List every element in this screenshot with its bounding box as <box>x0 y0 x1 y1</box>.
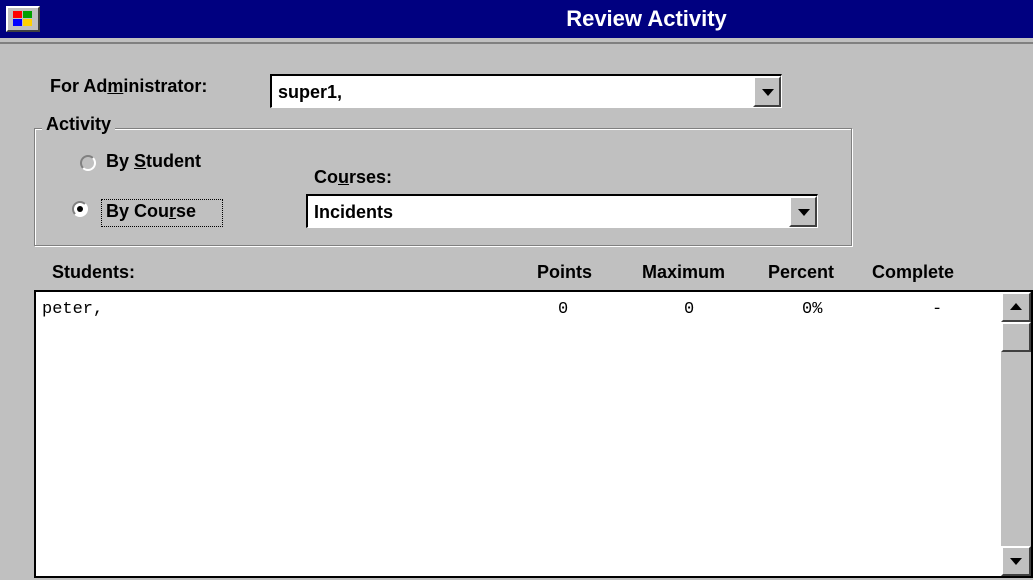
window-title: Review Activity <box>566 6 727 31</box>
scroll-up-button[interactable] <box>1001 292 1031 322</box>
complete-header: Complete <box>872 262 955 282</box>
points-value: 0 <box>558 300 569 319</box>
administrator-dropdown-button[interactable] <box>753 76 781 107</box>
maximum-value: 0 <box>684 300 695 319</box>
activity-group-title: Activity <box>42 114 116 135</box>
students-header: Students: <box>52 262 135 282</box>
points-header: Points <box>537 262 593 282</box>
arrow-up-icon <box>1010 303 1022 310</box>
by-course-label[interactable]: By Course <box>106 201 196 222</box>
title-separator <box>0 38 1033 44</box>
chevron-down-icon <box>762 89 774 96</box>
student-name: peter, <box>42 300 104 319</box>
radio-selected-dot <box>77 206 83 212</box>
title-bar: Review Activity <box>0 0 1033 38</box>
courses-value: Incidents <box>314 202 394 222</box>
scroll-down-button[interactable] <box>1001 546 1031 576</box>
scroll-thumb[interactable] <box>1001 322 1031 352</box>
by-course-radio[interactable] <box>72 201 88 217</box>
chevron-down-icon <box>798 209 810 216</box>
percent-header: Percent <box>768 262 835 282</box>
by-student-radio[interactable] <box>80 155 96 171</box>
courses-label: Courses: <box>314 167 393 187</box>
table-row[interactable]: peter, 0 0 0% - <box>36 298 998 322</box>
vertical-scrollbar[interactable] <box>1001 292 1031 576</box>
scroll-track[interactable] <box>1001 322 1031 546</box>
administrator-combobox[interactable]: super1, <box>270 74 782 108</box>
administrator-label: For Administrator: <box>50 76 208 96</box>
percent-value: 0% <box>802 300 823 319</box>
maximum-header: Maximum <box>642 262 726 282</box>
courses-combobox[interactable]: Incidents <box>306 194 818 228</box>
complete-value: - <box>932 300 943 319</box>
courses-dropdown-button[interactable] <box>789 196 817 227</box>
arrow-down-icon <box>1010 558 1022 565</box>
students-listbox[interactable]: peter, 0 0 0% - <box>34 290 1033 578</box>
by-student-label[interactable]: By Student <box>106 151 201 172</box>
activity-groupbox <box>34 128 852 246</box>
review-activity-window: Review Activity For Administrator: super… <box>0 0 1033 580</box>
administrator-value: super1, <box>278 82 343 102</box>
